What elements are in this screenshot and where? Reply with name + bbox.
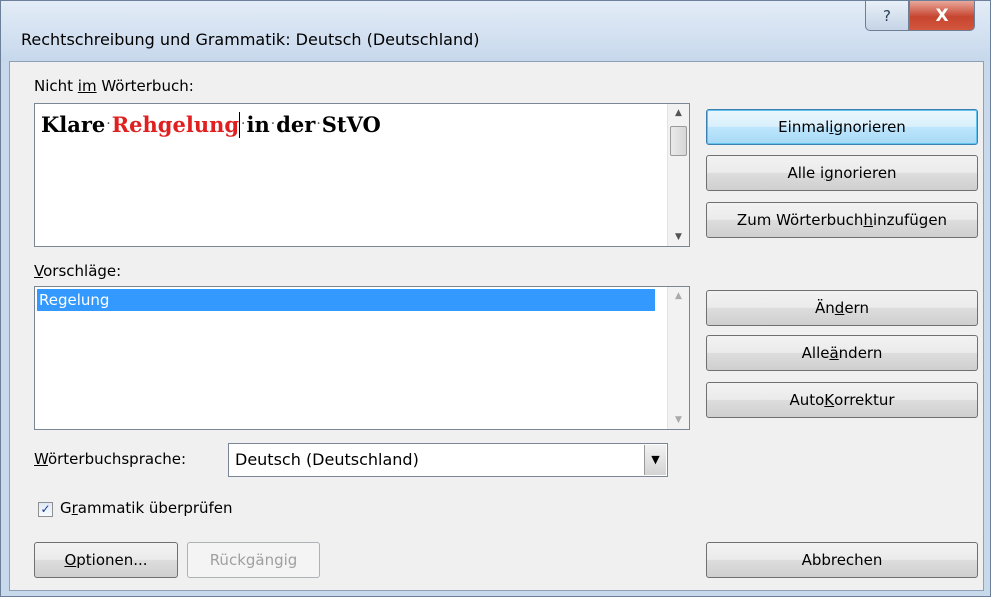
space-marker: ·	[241, 116, 246, 132]
autocorrect-button[interactable]: Auto Korrektur	[706, 382, 978, 418]
misspelled-word: Rehgelung	[111, 112, 240, 137]
suggestions-list[interactable]: Regelung ▲ ▼	[34, 286, 690, 430]
space-marker: ·	[316, 116, 321, 132]
sentence-text[interactable]: Klare·Rehgelung ·in·der·StVO	[41, 112, 381, 138]
suggestions-label: Vorschläge:	[34, 262, 122, 280]
space-marker: ·	[270, 116, 276, 132]
checkmark-icon: ✓	[40, 502, 51, 516]
scroll-thumb[interactable]	[670, 126, 687, 156]
scroll-up-icon[interactable]: ▲	[668, 291, 689, 301]
sentence-scrollbar[interactable]: ▲ ▼	[667, 104, 689, 246]
window-title: Rechtschreibung und Grammatik: Deutsch (…	[21, 30, 480, 49]
scroll-down-icon[interactable]: ▼	[668, 415, 689, 425]
scroll-up-icon[interactable]: ▲	[668, 108, 689, 118]
dictionary-language-label: Wörterbuchsprache:	[34, 450, 187, 468]
word: Klare	[41, 112, 106, 137]
check-grammar-label[interactable]: Grammatik überprüfen	[60, 499, 233, 517]
suggestion-item-selected[interactable]: Regelung	[37, 289, 655, 311]
change-all-button[interactable]: Alle ä ndern	[706, 335, 978, 371]
add-to-dictionary-button[interactable]: Zum Wörterbuch h inzufügen	[706, 202, 978, 238]
word: StVO	[321, 112, 381, 137]
suggestions-scrollbar[interactable]: ▲ ▼	[667, 287, 689, 429]
ignore-all-button[interactable]: Alle i g norieren	[706, 155, 978, 191]
dictionary-language-select[interactable]: Deutsch (Deutschland) ▼	[228, 443, 668, 477]
title-bar[interactable]: Rechtschreibung und Grammatik: Deutsch (…	[1, 1, 990, 61]
help-icon: ?	[883, 6, 891, 25]
not-in-dictionary-label: Nicht im Wörterbuch:	[34, 77, 194, 95]
scroll-down-icon[interactable]: ▼	[668, 232, 689, 242]
close-button[interactable]: X	[909, 1, 975, 31]
chevron-down-icon[interactable]: ▼	[644, 445, 666, 475]
word: der	[276, 112, 316, 137]
change-button[interactable]: Än d ern	[706, 290, 978, 326]
cancel-button[interactable]: Abbrechen	[706, 542, 978, 578]
help-button[interactable]: ?	[865, 1, 909, 31]
dictionary-language-value: Deutsch (Deutschland)	[235, 450, 419, 469]
spelling-grammar-dialog: Rechtschreibung und Grammatik: Deutsch (…	[0, 0, 991, 597]
dialog-body: Nicht im Wörterbuch: Klare·Rehgelung ·in·…	[9, 61, 984, 591]
check-grammar-checkbox[interactable]: ✓	[38, 502, 53, 517]
options-button[interactable]: Optionen...	[34, 542, 178, 578]
ignore-once-button[interactable]: Einmal i gnorieren	[706, 109, 978, 145]
undo-button[interactable]: Rückgängig	[187, 542, 320, 578]
sentence-textbox[interactable]: Klare·Rehgelung ·in·der·StVO ▲ ▼	[34, 103, 690, 247]
close-icon: X	[935, 5, 949, 26]
space-marker: ·	[106, 116, 111, 132]
word: in	[246, 112, 270, 137]
